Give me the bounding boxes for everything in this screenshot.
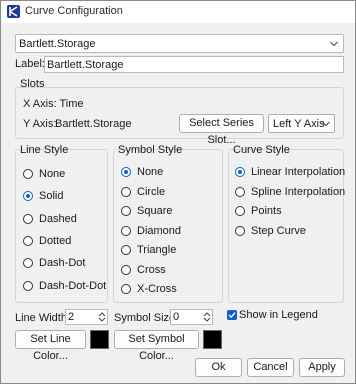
symbol-style-option[interactable]: None: [121, 166, 231, 180]
radio-label: Dotted: [39, 234, 72, 247]
line-width-spinbox[interactable]: 2: [65, 309, 108, 325]
symbol-style-option[interactable]: Square: [121, 205, 231, 219]
symbol-style-title: Symbol Style: [118, 144, 183, 156]
line-width-value: 2: [68, 311, 75, 323]
radio-button[interactable]: [23, 213, 33, 224]
symbol-style-option[interactable]: Diamond: [121, 225, 231, 239]
spin-arrows-icon[interactable]: [203, 311, 211, 323]
set-symbol-color-button[interactable]: Set Symbol Color...: [114, 330, 199, 362]
curve-style-option[interactable]: Spline Interpolation: [235, 186, 345, 200]
radio-button[interactable]: [235, 206, 245, 216]
label-input-value: Bartlett.Storage: [47, 59, 124, 71]
line-style-title: Line Style: [20, 144, 69, 156]
x-axis-text: X Axis: Time: [23, 98, 84, 110]
radio-button[interactable]: [23, 258, 33, 269]
series-select[interactable]: Bartlett.Storage: [15, 34, 344, 53]
symbol-size-caption: Symbol Size: [114, 312, 176, 324]
curve-configuration-dialog: Curve Configuration Bartlett.Storage Lab…: [0, 0, 356, 384]
radio-label: Circle: [137, 185, 166, 198]
radio-label: Square: [137, 205, 173, 217]
window-title: Curve Configuration: [25, 5, 123, 17]
radio-label: Linear Interpolation: [251, 166, 346, 178]
symbol-style-option[interactable]: Cross: [121, 264, 231, 278]
radio-button[interactable]: [23, 191, 33, 202]
curve-style-option[interactable]: Points: [235, 205, 345, 219]
radio-button[interactable]: [121, 206, 131, 216]
radio-button[interactable]: [235, 225, 245, 236]
radio-button[interactable]: [235, 186, 245, 197]
label-caption: Label:: [15, 58, 45, 70]
radio-label: Dash-Dot-Dot: [39, 279, 107, 292]
radio-button[interactable]: [23, 169, 33, 179]
checkmark-icon: [228, 312, 236, 319]
radio-label: Triangle: [137, 244, 177, 256]
curve-style-title: Curve Style: [233, 144, 290, 156]
symbol-style-option[interactable]: X-Cross: [121, 283, 231, 297]
show-in-legend-checkbox[interactable]: [227, 310, 237, 320]
show-in-legend-label[interactable]: Show in Legend: [239, 309, 318, 321]
symbol-size-spinbox[interactable]: 0: [170, 309, 213, 325]
chevron-down-icon: [322, 121, 330, 127]
radio-button[interactable]: [121, 245, 131, 255]
symbol-style-option[interactable]: Triangle: [121, 244, 231, 258]
cancel-button[interactable]: Cancel: [247, 358, 294, 377]
symbol-style-option[interactable]: Circle: [121, 186, 231, 200]
y-axis-select-value: Left Y Axis: [273, 118, 325, 130]
radio-label: Points: [251, 205, 282, 217]
curve-style-option[interactable]: Linear Interpolation: [235, 166, 345, 180]
label-input[interactable]: Bartlett.Storage: [44, 56, 344, 73]
app-icon: [7, 5, 20, 18]
radio-label: None: [137, 166, 164, 178]
radio-label: Dash-Dot: [39, 257, 86, 270]
radio-button[interactable]: [121, 225, 131, 236]
radio-label: Solid: [39, 190, 64, 203]
radio-label: None: [39, 168, 66, 180]
curve-style-option[interactable]: Step Curve: [235, 225, 345, 239]
series-select-value: Bartlett.Storage: [19, 38, 96, 50]
radio-button[interactable]: [121, 284, 131, 294]
spin-arrows-icon[interactable]: [98, 311, 106, 323]
symbol-color-swatch[interactable]: [203, 330, 222, 349]
ok-button[interactable]: Ok: [195, 358, 242, 377]
title-bar[interactable]: Curve Configuration: [1, 1, 355, 23]
radio-button[interactable]: [121, 264, 131, 275]
radio-label: X-Cross: [137, 283, 177, 295]
apply-button[interactable]: Apply: [299, 358, 345, 377]
y-axis-caption: Y Axis:: [23, 118, 57, 130]
radio-label: Spline Interpolation: [251, 185, 346, 198]
radio-label: Step Curve: [251, 224, 307, 237]
radio-button[interactable]: [121, 167, 131, 177]
radio-button[interactable]: [23, 280, 33, 291]
symbol-size-value: 0: [173, 311, 180, 323]
chevron-down-icon: [330, 41, 338, 47]
line-width-caption: Line Width: [15, 312, 67, 324]
line-color-swatch[interactable]: [90, 330, 109, 349]
y-axis-value: Bartlett.Storage: [55, 118, 132, 130]
radio-label: Dashed: [39, 212, 77, 225]
slots-title: Slots: [20, 78, 45, 90]
set-line-color-button[interactable]: Set Line Color...: [15, 330, 86, 362]
radio-label: Diamond: [137, 224, 182, 237]
select-series-slot-button[interactable]: Select Series Slot...: [179, 114, 264, 146]
radio-label: Cross: [137, 263, 166, 276]
radio-button[interactable]: [23, 235, 33, 246]
radio-button[interactable]: [235, 167, 245, 177]
y-axis-select[interactable]: Left Y Axis: [268, 114, 335, 133]
radio-button[interactable]: [121, 186, 131, 197]
